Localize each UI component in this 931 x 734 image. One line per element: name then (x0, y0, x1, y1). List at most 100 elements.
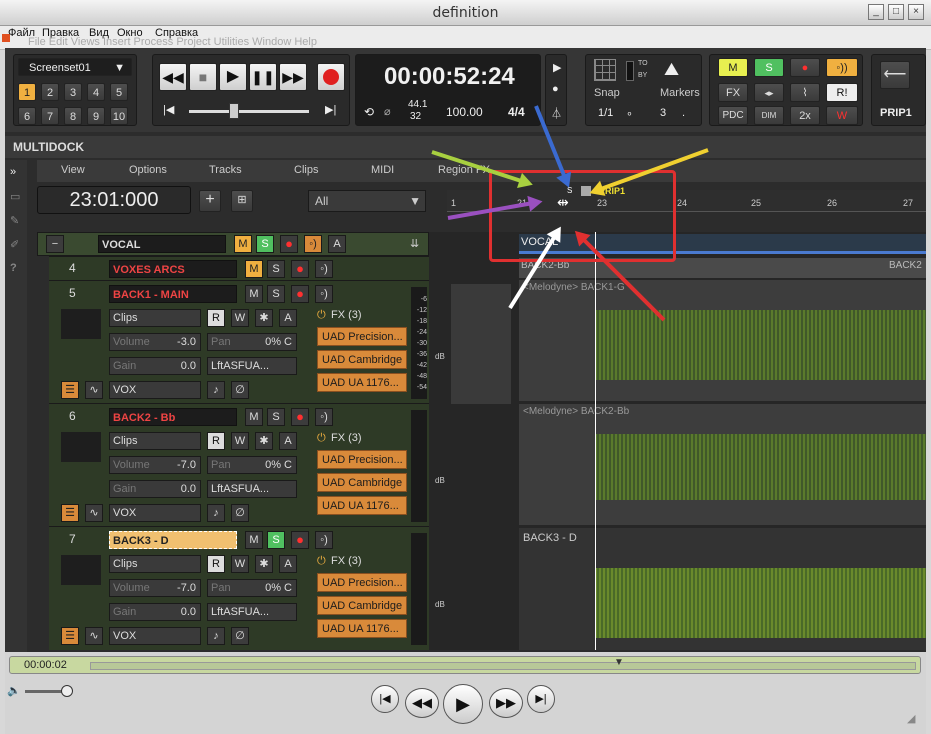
position-slider[interactable] (189, 110, 309, 113)
lanes-icon[interactable]: ☰ (61, 504, 79, 522)
screenset-7[interactable]: 7 (41, 107, 59, 125)
lanes-icon[interactable]: ☰ (61, 627, 79, 645)
folder-input-echo-button[interactable]: ◦) (304, 235, 322, 253)
pen-icon[interactable]: ✎ (10, 214, 19, 227)
output-select[interactable]: VOX (109, 381, 201, 399)
folder-name[interactable]: VOCAL (98, 235, 226, 253)
track-record-button[interactable]: ● (291, 285, 309, 303)
volume-slider[interactable]: Volume -7.0 (109, 579, 201, 597)
play-selection-icon[interactable]: ▶ (553, 61, 561, 74)
player-play-button[interactable]: ▶ (443, 684, 483, 724)
write-button[interactable]: W (826, 106, 858, 125)
markers-icon[interactable]: ⛰ (664, 59, 679, 80)
track-input-echo-button[interactable]: ◦) (315, 531, 333, 549)
marker-back-button[interactable]: ⟵ (880, 61, 910, 89)
snap-value[interactable]: 1/1 (598, 107, 613, 119)
track-input-echo-button[interactable]: ◦) (315, 285, 333, 303)
track-input-echo-button[interactable]: ◦) (315, 260, 333, 278)
freeze-icon[interactable]: ✱ (255, 432, 273, 450)
stop-button[interactable]: ■ (189, 63, 217, 91)
player-forward-button[interactable]: ▶▶ (489, 688, 523, 718)
archive-button[interactable]: A (279, 309, 297, 327)
tempo[interactable]: 100.00 (446, 105, 483, 119)
solo-all-button[interactable]: S (754, 58, 784, 77)
menu-options[interactable]: Options (129, 164, 167, 176)
snap-toggle[interactable] (626, 61, 634, 81)
clips-pane[interactable]: VOCAL BACK2-Bb BACK2 <Melodyne> BACK1-G … (429, 232, 926, 650)
phase-icon[interactable]: ∅ (231, 504, 249, 522)
goto-end-icon[interactable]: ▶| (325, 103, 336, 116)
folder-archive-button[interactable]: A (328, 235, 346, 253)
fx-plugin-2[interactable]: UAD Cambridge (317, 596, 407, 615)
pdc-button[interactable]: PDC (718, 106, 748, 125)
track-name[interactable]: BACK1 - MAIN (109, 285, 237, 303)
record-button[interactable] (317, 63, 345, 91)
pause-button[interactable]: ❚❚ (249, 63, 277, 91)
markers-dot-icon[interactable]: . (682, 107, 685, 119)
folder-solo-button[interactable]: S (256, 235, 274, 253)
time-display[interactable]: 00:00:52:24 (384, 63, 515, 91)
track-6[interactable]: 6 BACK2 - Bb M S ● ◦) Clips R W ✱ A ⏻ FX… (49, 403, 429, 526)
maximize-button[interactable]: □ (888, 4, 904, 20)
fx-plugin-1[interactable]: UAD Precision... (317, 327, 407, 346)
help-icon[interactable]: ? (10, 262, 17, 274)
double-button[interactable]: 2x (790, 106, 820, 125)
loop-icon[interactable]: ⟲ (364, 105, 374, 119)
envelope-button[interactable]: ⌇ (790, 83, 820, 102)
metronome-icon[interactable]: ⏃ (551, 105, 562, 121)
resize-grip-icon[interactable]: ◢ (907, 712, 915, 725)
track-5[interactable]: 5 BACK1 - MAIN M S ● ◦) Clips R W ✱ A ⏻ … (49, 280, 429, 403)
automation-icon[interactable]: ∿ (85, 381, 103, 399)
track-mute-button[interactable]: M (245, 531, 263, 549)
menu-clips[interactable]: Clips (294, 164, 318, 176)
fast-forward-button[interactable]: ▶▶ (279, 63, 307, 91)
note-icon[interactable]: ✐ (10, 238, 19, 251)
automation-icon[interactable]: ∿ (85, 504, 103, 522)
input-select[interactable]: LftASFUA... (207, 603, 297, 621)
track-record-button[interactable]: ● (291, 408, 309, 426)
previous-track-button[interactable]: |◀ (371, 685, 399, 713)
fx-plugin-3[interactable]: UAD UA 1176... (317, 619, 407, 638)
read-automation-button[interactable]: R (207, 555, 225, 573)
track-mute-button[interactable]: M (245, 285, 263, 303)
folder-menu-icon[interactable]: ⇊ (410, 237, 419, 250)
time-signature[interactable]: 4/4 (508, 105, 525, 119)
screenset-select[interactable]: Screenset01 ▼ (18, 58, 132, 76)
screenset-5[interactable]: 5 (110, 83, 128, 101)
gain-slider[interactable]: Gain 0.0 (109, 603, 201, 621)
screenset-2[interactable]: 2 (41, 83, 59, 101)
write-automation-button[interactable]: W (231, 309, 249, 327)
track-4[interactable]: 4 VOXES ARCS M S ● ◦) (49, 256, 429, 280)
track-solo-button[interactable]: S (267, 408, 285, 426)
collapse-folder-icon[interactable]: − (46, 235, 64, 253)
clip-mode-select[interactable]: Clips (109, 432, 201, 450)
meter-icon[interactable]: ♪ (207, 381, 225, 399)
seek-track[interactable] (90, 662, 916, 670)
player-rewind-button[interactable]: ◀◀ (405, 688, 439, 718)
screenset-3[interactable]: 3 (64, 83, 82, 101)
track6-clip[interactable]: <Melodyne> BACK2-Bb (519, 404, 926, 525)
mute-all-button[interactable]: M (718, 58, 748, 77)
track-mute-button[interactable]: M (245, 408, 263, 426)
snap-grid-icon[interactable] (594, 59, 616, 81)
screenset-6[interactable]: 6 (18, 107, 36, 125)
add-track-button[interactable]: + (199, 190, 221, 212)
read-automation-button[interactable]: R (207, 309, 225, 327)
gain-slider[interactable]: Gain 0.0 (109, 480, 201, 498)
fx-bin-label[interactable]: FX (3) (331, 432, 362, 444)
track-record-button[interactable]: ● (291, 531, 309, 549)
position-slider-thumb[interactable] (229, 103, 239, 119)
read-button[interactable]: ◂▸ (754, 83, 784, 102)
track-name[interactable]: BACK3 - D (109, 531, 237, 549)
phase-icon[interactable]: ∅ (231, 627, 249, 645)
write-automation-button[interactable]: W (231, 432, 249, 450)
fx-power-icon[interactable]: ⏻ (317, 432, 326, 445)
fx-plugin-3[interactable]: UAD UA 1176... (317, 496, 407, 515)
expand-icon[interactable]: » (10, 166, 16, 178)
track5-clip[interactable]: <Melodyne> BACK1-G (519, 280, 926, 401)
folder-record-button[interactable]: ● (280, 235, 298, 253)
gain-slider[interactable]: Gain 0.0 (109, 357, 201, 375)
next-track-button[interactable]: ▶| (527, 685, 555, 713)
screenset-10[interactable]: 10 (110, 107, 128, 125)
folder-icon[interactable]: ▭ (10, 190, 20, 203)
